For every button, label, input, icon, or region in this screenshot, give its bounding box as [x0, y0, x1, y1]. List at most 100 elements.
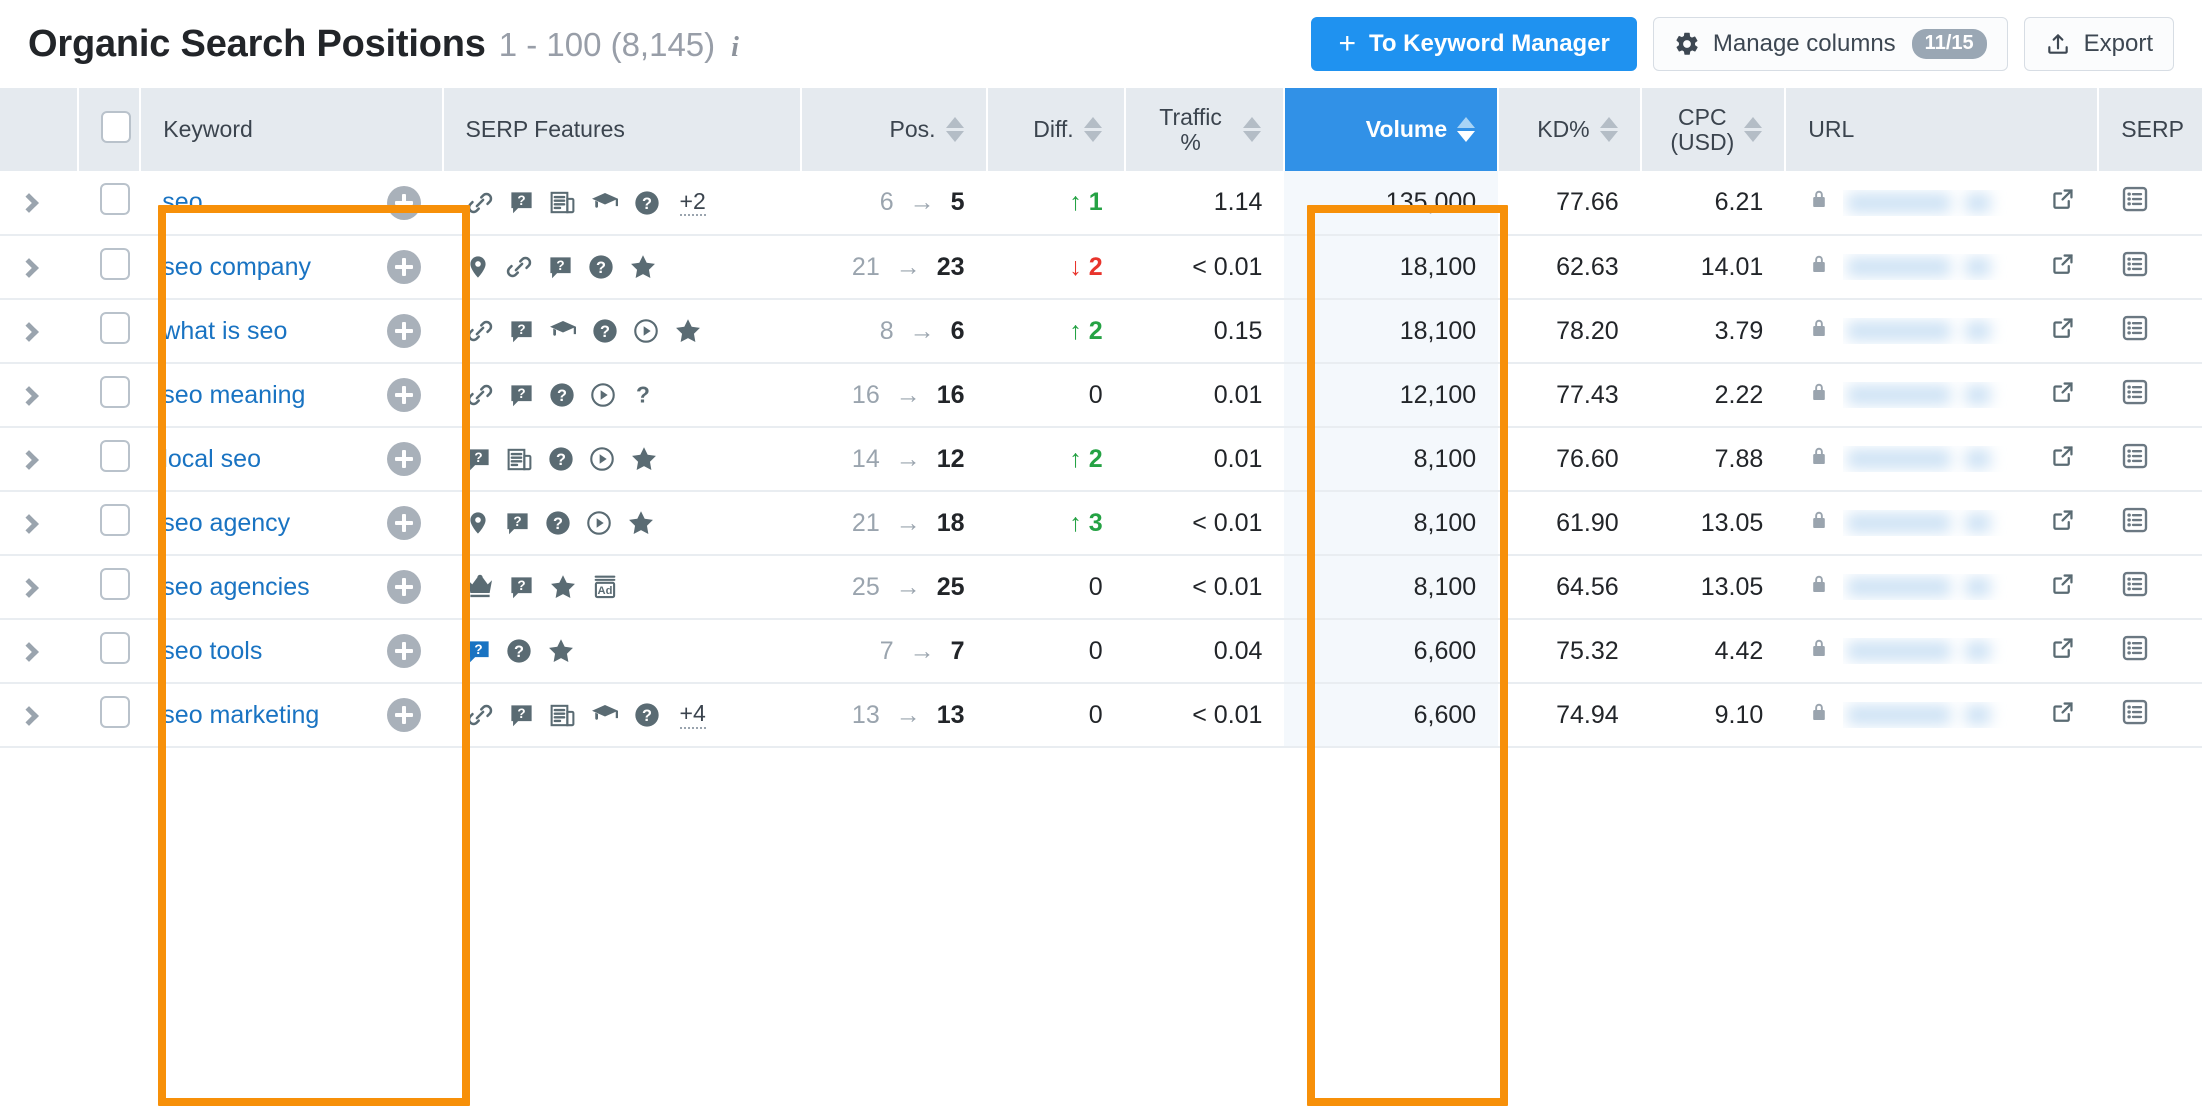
faq-icon[interactable]: ? — [508, 574, 535, 601]
serp-preview-icon[interactable] — [2120, 257, 2150, 285]
sort-icon-cpc[interactable] — [1744, 117, 1762, 142]
sort-icon-volume[interactable] — [1457, 117, 1475, 142]
question-mark-icon[interactable]: ? — [630, 382, 656, 408]
row-checkbox[interactable] — [100, 632, 130, 664]
select-cell[interactable] — [78, 619, 141, 683]
add-keyword-icon[interactable] — [387, 570, 421, 604]
select-cell[interactable] — [78, 171, 141, 235]
news-icon[interactable] — [548, 701, 577, 730]
keyword-link[interactable]: seo marketing — [162, 701, 319, 730]
keyword-link[interactable]: seo agencies — [162, 573, 309, 602]
reviews-star-icon[interactable] — [546, 636, 576, 666]
knowledge-icon[interactable] — [590, 700, 620, 730]
serp-preview-icon[interactable] — [2120, 192, 2150, 220]
row-checkbox[interactable] — [100, 696, 130, 728]
th-kd[interactable]: KD% — [1498, 88, 1640, 171]
video-icon[interactable] — [588, 445, 616, 473]
add-keyword-icon[interactable] — [387, 698, 421, 732]
external-link-icon[interactable] — [2050, 186, 2076, 219]
th-traffic[interactable]: Traffic % — [1125, 88, 1285, 171]
keyword-link[interactable]: what is seo — [162, 317, 287, 346]
people-also-ask-icon[interactable]: ? — [587, 253, 615, 281]
video-icon[interactable] — [589, 381, 617, 409]
expand-row-icon[interactable] — [19, 514, 39, 534]
map-pin-icon[interactable] — [465, 254, 491, 280]
reviews-star-icon[interactable] — [629, 444, 659, 474]
keyword-link[interactable]: seo meaning — [162, 381, 305, 410]
serp-preview-icon[interactable] — [2120, 577, 2150, 605]
external-link-icon[interactable] — [2050, 571, 2076, 604]
th-cpc[interactable]: CPC (USD) — [1641, 88, 1786, 171]
select-cell[interactable] — [78, 683, 141, 747]
add-keyword-icon[interactable] — [387, 634, 421, 668]
serp-preview-cell[interactable] — [2098, 235, 2202, 299]
select-cell[interactable] — [78, 555, 141, 619]
serp-preview-cell[interactable] — [2098, 363, 2202, 427]
th-select-all[interactable] — [78, 88, 141, 171]
keyword-link[interactable]: seo company — [162, 253, 311, 282]
select-all-checkbox[interactable] — [101, 111, 131, 143]
expand-cell[interactable] — [0, 555, 78, 619]
th-volume[interactable]: Volume — [1284, 88, 1498, 171]
row-checkbox[interactable] — [100, 440, 130, 472]
faq-icon-active[interactable]: ? — [465, 638, 492, 665]
faq-icon[interactable]: ? — [508, 318, 535, 345]
serp-preview-cell[interactable] — [2098, 491, 2202, 555]
info-icon[interactable]: i — [731, 32, 739, 64]
expand-cell[interactable] — [0, 491, 78, 555]
sort-icon-diff[interactable] — [1084, 117, 1102, 142]
serp-preview-cell[interactable] — [2098, 427, 2202, 491]
keyword-link[interactable]: seo tools — [162, 637, 262, 666]
add-keyword-icon[interactable] — [387, 378, 421, 412]
expand-cell[interactable] — [0, 363, 78, 427]
faq-icon[interactable]: ? — [547, 254, 574, 281]
select-cell[interactable] — [78, 363, 141, 427]
add-keyword-icon[interactable] — [387, 506, 421, 540]
people-also-ask-icon[interactable]: ? — [633, 701, 661, 729]
people-also-ask-icon[interactable]: ? — [544, 509, 572, 537]
video-icon[interactable] — [585, 509, 613, 537]
people-also-ask-icon[interactable]: ? — [547, 445, 575, 473]
select-cell[interactable] — [78, 299, 141, 363]
link-icon[interactable] — [465, 188, 495, 218]
keyword-link[interactable]: seo — [162, 188, 202, 217]
select-cell[interactable] — [78, 427, 141, 491]
row-checkbox[interactable] — [100, 504, 130, 536]
faq-icon[interactable]: ? — [504, 510, 531, 537]
expand-row-icon[interactable] — [19, 642, 39, 662]
add-keyword-icon[interactable] — [387, 442, 421, 476]
faq-icon[interactable]: ? — [508, 382, 535, 409]
news-icon[interactable] — [548, 188, 577, 217]
row-checkbox[interactable] — [100, 376, 130, 408]
expand-row-icon[interactable] — [19, 450, 39, 470]
th-pos[interactable]: Pos. — [801, 88, 987, 171]
serp-features-more[interactable]: +2 — [680, 189, 706, 216]
sort-icon-traffic[interactable] — [1243, 117, 1261, 142]
select-cell[interactable] — [78, 235, 141, 299]
serp-preview-cell[interactable] — [2098, 619, 2202, 683]
serp-features-more[interactable]: +4 — [680, 701, 706, 728]
expand-row-icon[interactable] — [19, 322, 39, 342]
crown-icon[interactable] — [465, 572, 495, 602]
expand-cell[interactable] — [0, 299, 78, 363]
news-icon[interactable] — [505, 445, 534, 474]
export-button[interactable]: Export — [2024, 17, 2174, 71]
expand-row-icon[interactable] — [19, 386, 39, 406]
link-icon[interactable] — [465, 380, 495, 410]
external-link-icon[interactable] — [2050, 507, 2076, 540]
expand-cell[interactable] — [0, 171, 78, 235]
link-icon[interactable] — [465, 316, 495, 346]
sort-icon-pos[interactable] — [946, 117, 964, 142]
serp-preview-cell[interactable] — [2098, 171, 2202, 235]
keyword-link[interactable]: seo agency — [162, 509, 290, 538]
knowledge-icon[interactable] — [590, 188, 620, 218]
external-link-icon[interactable] — [2050, 635, 2076, 668]
link-icon[interactable] — [465, 700, 495, 730]
th-serp-features[interactable]: SERP Features — [443, 88, 801, 171]
add-keyword-icon[interactable] — [387, 314, 421, 348]
people-also-ask-icon[interactable]: ? — [591, 317, 619, 345]
map-pin-icon[interactable] — [465, 510, 491, 536]
to-keyword-manager-button[interactable]: + To Keyword Manager — [1311, 17, 1636, 71]
people-also-ask-icon[interactable]: ? — [505, 637, 533, 665]
knowledge-icon[interactable] — [548, 316, 578, 346]
